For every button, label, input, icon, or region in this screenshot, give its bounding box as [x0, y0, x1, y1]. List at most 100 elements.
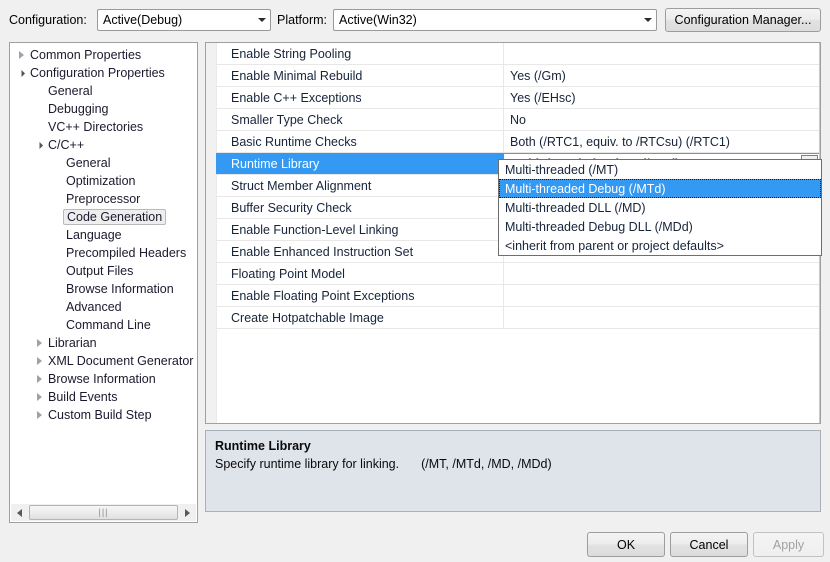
tree-item-label: Librarian: [48, 336, 97, 350]
property-row[interactable]: Basic Runtime Checks Both (/RTC1, equiv. …: [216, 131, 820, 153]
property-value[interactable]: Both (/RTC1, equiv. to /RTCsu) (/RTC1): [504, 131, 820, 152]
chevron-down-icon[interactable]: [253, 10, 270, 30]
property-name[interactable]: Enable Function-Level Linking: [216, 219, 504, 240]
tree-item-label: Advanced: [66, 300, 122, 314]
property-row[interactable]: Smaller Type Check No: [216, 109, 820, 131]
tree-item[interactable]: Advanced: [10, 298, 197, 316]
property-name[interactable]: Enable Enhanced Instruction Set: [216, 241, 504, 262]
tree-item-label: Configuration Properties: [30, 66, 165, 80]
chevron-right-icon[interactable]: [32, 357, 46, 365]
configuration-toolbar: Configuration: Active(Debug) Platform: A…: [0, 0, 830, 40]
property-value[interactable]: [504, 285, 820, 306]
property-name[interactable]: Enable String Pooling: [216, 43, 504, 64]
configuration-dropdown[interactable]: Active(Debug): [97, 9, 271, 31]
property-name[interactable]: Buffer Security Check: [216, 197, 504, 218]
tree-item[interactable]: Optimization: [10, 172, 197, 190]
tree-item[interactable]: Output Files: [10, 262, 197, 280]
tree-item-label: General: [66, 156, 111, 170]
property-row[interactable]: Enable String Pooling: [216, 43, 820, 65]
tree-item-label: Preprocessor: [66, 192, 141, 206]
cancel-button[interactable]: Cancel: [670, 532, 748, 557]
description-title: Runtime Library: [215, 439, 311, 453]
chevron-down-icon[interactable]: [639, 10, 656, 30]
tree-item[interactable]: Custom Build Step: [10, 406, 197, 424]
property-row[interactable]: Floating Point Model: [216, 263, 820, 285]
platform-label: Platform:: [277, 13, 328, 27]
description-pane: Runtime Library Specify runtime library …: [205, 430, 821, 512]
tree-item-label: Language: [66, 228, 122, 242]
ok-button[interactable]: OK: [587, 532, 665, 557]
tree-item[interactable]: General: [10, 154, 197, 172]
property-name[interactable]: Enable Floating Point Exceptions: [216, 285, 504, 306]
tree-item[interactable]: Preprocessor: [10, 190, 197, 208]
property-value[interactable]: [504, 43, 820, 64]
tree-item[interactable]: Configuration Properties: [10, 64, 197, 82]
tree-item[interactable]: XML Document Generator: [10, 352, 197, 370]
property-row[interactable]: Enable C++ Exceptions Yes (/EHsc): [216, 87, 820, 109]
dropdown-option[interactable]: <inherit from parent or project defaults…: [499, 236, 821, 255]
property-name[interactable]: Enable Minimal Rebuild: [216, 65, 504, 86]
chevron-right-icon[interactable]: [32, 393, 46, 401]
property-name[interactable]: Enable C++ Exceptions: [216, 87, 504, 108]
platform-value: Active(Win32): [339, 13, 417, 27]
property-name[interactable]: Floating Point Model: [216, 263, 504, 284]
property-tree[interactable]: Common Properties Configuration Propertie…: [10, 46, 197, 502]
tree-horizontal-scrollbar[interactable]: |||: [11, 504, 196, 521]
apply-button[interactable]: Apply: [753, 532, 824, 557]
dropdown-option[interactable]: Multi-threaded Debug (/MTd): [499, 179, 821, 198]
tree-item-label: Output Files: [66, 264, 134, 278]
property-value[interactable]: Yes (/Gm): [504, 65, 820, 86]
tree-item-label: Debugging: [48, 102, 109, 116]
property-name[interactable]: Struct Member Alignment: [216, 175, 504, 196]
chevron-down-icon[interactable]: [14, 69, 28, 77]
description-switches: (/MT, /MTd, /MD, /MDd): [421, 457, 552, 471]
chevron-right-icon[interactable]: [32, 339, 46, 347]
tree-item-label: General: [48, 84, 93, 98]
tree-item[interactable]: Build Events: [10, 388, 197, 406]
dropdown-option[interactable]: Multi-threaded (/MT): [499, 160, 821, 179]
tree-item[interactable]: VC++ Directories: [10, 118, 197, 136]
tree-item[interactable]: C/C++: [10, 136, 197, 154]
property-row[interactable]: Enable Minimal Rebuild Yes (/Gm): [216, 65, 820, 87]
tree-item-label: Browse Information: [48, 372, 156, 386]
property-tree-panel: Common Properties Configuration Propertie…: [9, 42, 198, 523]
property-name[interactable]: Runtime Library: [216, 153, 504, 174]
scroll-right-icon[interactable]: [179, 504, 196, 521]
property-value[interactable]: [504, 263, 820, 284]
configuration-manager-button[interactable]: Configuration Manager...: [665, 8, 821, 32]
dropdown-option[interactable]: Multi-threaded DLL (/MD): [499, 198, 821, 217]
property-value-text: Yes (/EHsc): [510, 90, 576, 105]
chevron-right-icon[interactable]: [32, 375, 46, 383]
chevron-down-icon[interactable]: [32, 141, 46, 149]
property-name[interactable]: Create Hotpatchable Image: [216, 307, 504, 328]
property-name[interactable]: Basic Runtime Checks: [216, 131, 504, 152]
scroll-left-icon[interactable]: [11, 504, 28, 521]
chevron-right-icon[interactable]: [32, 411, 46, 419]
tree-item[interactable]: Browse Information: [10, 370, 197, 388]
tree-item[interactable]: Command Line: [10, 316, 197, 334]
dropdown-option[interactable]: Multi-threaded Debug DLL (/MDd): [499, 217, 821, 236]
tree-item[interactable]: Code Generation: [10, 208, 197, 226]
tree-item[interactable]: Common Properties: [10, 46, 197, 64]
runtime-library-dropdown-list[interactable]: Multi-threaded (/MT) Multi-threaded Debug…: [498, 159, 822, 256]
property-row[interactable]: Create Hotpatchable Image: [216, 307, 820, 329]
tree-item[interactable]: Browse Information: [10, 280, 197, 298]
tree-item[interactable]: Debugging: [10, 100, 197, 118]
tree-item[interactable]: Librarian: [10, 334, 197, 352]
tree-item[interactable]: General: [10, 82, 197, 100]
property-value[interactable]: No: [504, 109, 820, 130]
tree-item[interactable]: Precompiled Headers: [10, 244, 197, 262]
property-value[interactable]: Yes (/EHsc): [504, 87, 820, 108]
tree-item-label: Precompiled Headers: [66, 246, 187, 260]
tree-item-label: XML Document Generator: [48, 354, 194, 368]
property-name[interactable]: Smaller Type Check: [216, 109, 504, 130]
description-text: Specify runtime library for linking.: [215, 457, 400, 471]
property-value[interactable]: [504, 307, 820, 328]
tree-item-label: Browse Information: [66, 282, 174, 296]
chevron-right-icon[interactable]: [14, 51, 28, 59]
tree-item[interactable]: Language: [10, 226, 197, 244]
property-row[interactable]: Enable Floating Point Exceptions: [216, 285, 820, 307]
configuration-label: Configuration:: [9, 13, 87, 27]
scrollbar-thumb[interactable]: |||: [29, 505, 178, 520]
platform-dropdown[interactable]: Active(Win32): [333, 9, 657, 31]
